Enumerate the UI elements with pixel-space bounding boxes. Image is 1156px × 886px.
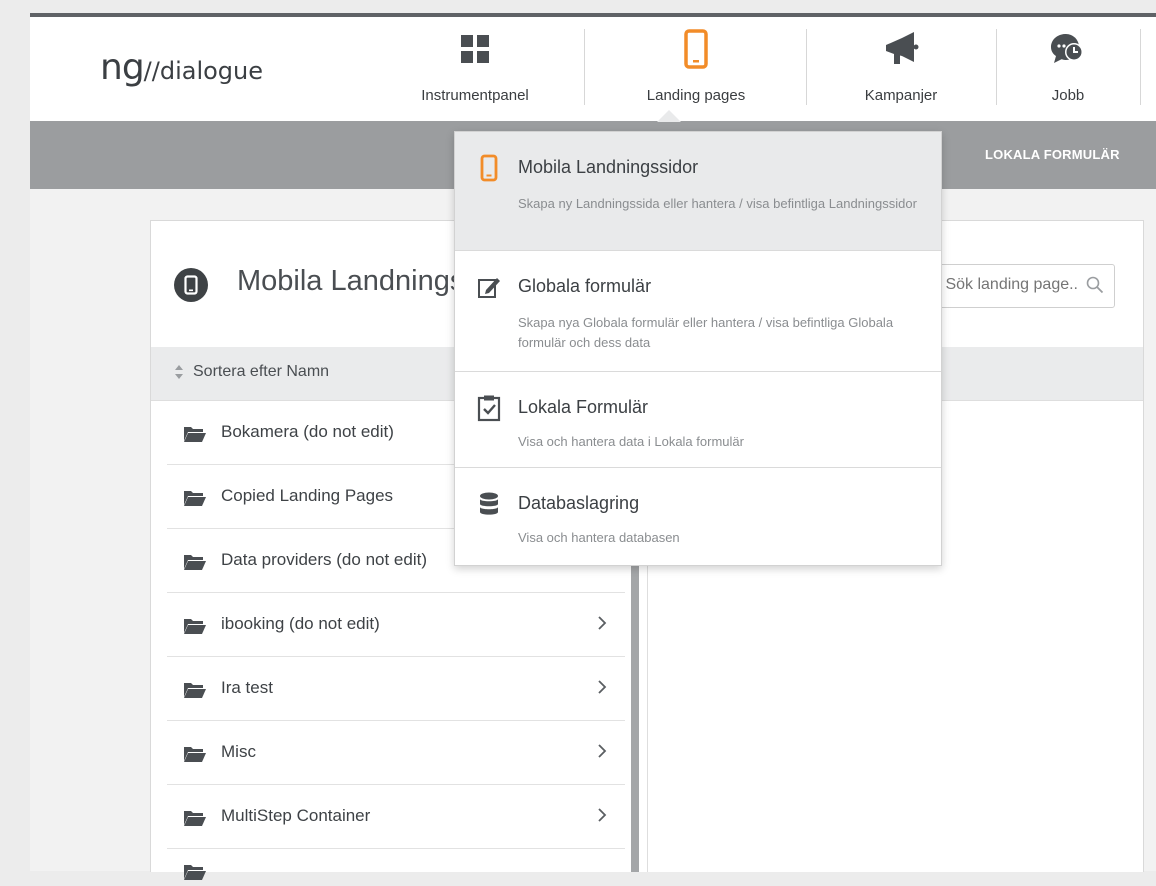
toolbar-link-lokala-formular[interactable]: LOKALA FORMULÄR [985,147,1120,162]
folder-icon [183,681,207,704]
folder-icon [183,617,207,640]
menu-item-globala-formular[interactable]: Globala formulär Skapa nya Globala formu… [455,251,941,372]
nav-label: Instrumentpanel [421,87,529,104]
folder-row[interactable]: ibooking (do not edit) [167,593,625,657]
clipboard-check-icon [477,394,501,422]
folder-icon [183,489,207,512]
folder-icon [183,553,207,576]
nav-label: Kampanjer [864,87,938,104]
chevron-right-icon [597,615,607,636]
folder-row[interactable]: Ira test [167,657,625,721]
folder-icon [183,425,207,448]
folder-icon [183,745,207,768]
menu-item-description: Visa och hantera data i Lokala formulär [518,434,744,449]
menu-item-title: Lokala Formulär [518,397,649,417]
folder-row[interactable]: MultiStep Container [167,785,625,849]
folder-name: MultiStep Container [221,806,371,825]
header: ng//dialogue Instrumentpanel Landing pag… [30,17,1156,121]
folder-row[interactable] [167,849,625,880]
chevron-right-icon [597,679,607,700]
logo-text: //dialogue [143,57,264,85]
logo[interactable]: ng//dialogue [100,47,264,88]
menu-item-description: Skapa ny Landningssida eller hantera / v… [518,196,917,211]
nav-item-kampanjer[interactable]: Kampanjer [807,17,995,121]
logo-ng: ng [100,47,145,88]
edit-form-icon [477,273,501,301]
folder-name: Data providers (do not edit) [221,550,427,569]
folder-name: Bokamera (do not edit) [221,422,394,441]
mobile-phone-icon [477,154,501,182]
database-icon [477,490,501,518]
folder-name: Misc [221,742,256,761]
nav-item-jobb[interactable]: Jobb [997,17,1139,121]
landing-pages-dropdown: Mobila Landningssidor Skapa ny Landnings… [454,131,942,566]
menu-item-description: Skapa nya Globala formulär eller hantera… [518,315,894,350]
menu-item-title: Globala formulär [518,276,652,296]
folder-icon [183,863,207,886]
menu-item-mobila-landningssidor[interactable]: Mobila Landningssidor Skapa ny Landnings… [455,132,941,251]
folder-row[interactable]: Misc [167,721,625,785]
folder-name: Ira test [221,678,273,697]
menu-item-title: Databaslagring [518,493,640,513]
menu-item-title: Mobila Landningssidor [518,157,699,177]
megaphone-icon [807,31,995,67]
nav-item-instrumentpanel[interactable]: Instrumentpanel [365,17,585,121]
nav-item-landing-pages[interactable]: Landing pages [585,17,807,121]
menu-item-description: Visa och hantera databasen [518,530,680,545]
dropdown-pointer [657,110,681,122]
mobile-phone-icon [585,29,807,69]
folder-icon [183,809,207,832]
menu-item-databaslagring[interactable]: Databaslagring Visa och hantera database… [455,468,941,564]
nav-label: Jobb [1051,87,1085,104]
sort-button[interactable]: Sortera efter Namn [193,363,329,381]
sort-arrows-icon[interactable] [174,364,184,385]
chevron-right-icon [597,807,607,828]
nav-separator [1140,29,1141,105]
mobile-phone-icon [174,268,208,302]
chat-clock-icon [997,31,1139,67]
dashboard-grid-icon [365,31,585,67]
folder-name: Copied Landing Pages [221,486,394,505]
folder-name: ibooking (do not edit) [221,614,380,633]
search-icon[interactable] [1086,276,1104,299]
nav-label: Landing pages [646,87,746,104]
chevron-right-icon [597,743,607,764]
menu-item-lokala-formular[interactable]: Lokala Formulär Visa och hantera data i … [455,372,941,468]
